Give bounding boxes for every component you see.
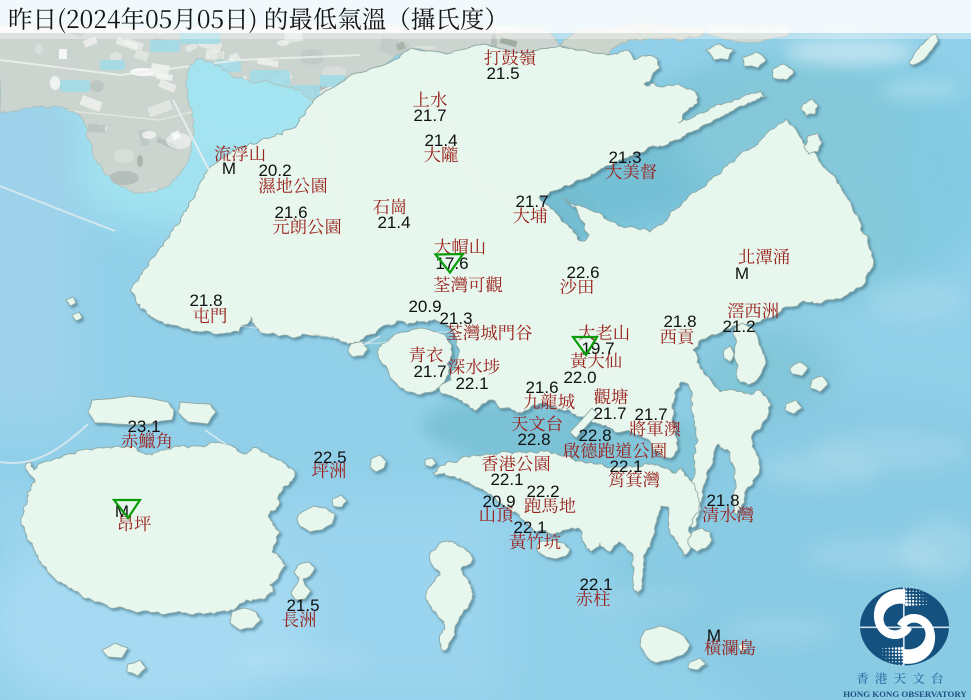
svg-text:23.1: 23.1 bbox=[127, 417, 160, 436]
svg-text:22.1: 22.1 bbox=[579, 575, 612, 594]
svg-text:21.2: 21.2 bbox=[722, 317, 755, 336]
svg-text:22.6: 22.6 bbox=[566, 263, 599, 282]
svg-text:20.9: 20.9 bbox=[482, 492, 515, 511]
svg-text:22.1: 22.1 bbox=[455, 374, 488, 393]
svg-text:21.7: 21.7 bbox=[593, 404, 626, 423]
svg-text:21.7: 21.7 bbox=[515, 192, 548, 211]
svg-text:21.8: 21.8 bbox=[706, 491, 739, 510]
svg-text:22.1: 22.1 bbox=[513, 518, 546, 537]
svg-text:21.3: 21.3 bbox=[608, 148, 641, 167]
svg-text:M: M bbox=[222, 159, 236, 178]
svg-text:21.8: 21.8 bbox=[663, 312, 696, 331]
svg-text:21.5: 21.5 bbox=[286, 596, 319, 615]
svg-text:21.4: 21.4 bbox=[424, 131, 457, 150]
svg-text:21.7: 21.7 bbox=[413, 106, 446, 125]
svg-text:21.8: 21.8 bbox=[189, 291, 222, 310]
svg-text:21.6: 21.6 bbox=[274, 203, 307, 222]
svg-text:21.6: 21.6 bbox=[525, 378, 558, 397]
svg-text:21.3: 21.3 bbox=[439, 309, 472, 328]
svg-text:21.4: 21.4 bbox=[377, 213, 410, 232]
svg-text:22.1: 22.1 bbox=[609, 457, 642, 476]
svg-text:21.7: 21.7 bbox=[413, 362, 446, 381]
svg-text:22.8: 22.8 bbox=[517, 430, 550, 449]
svg-text:22.0: 22.0 bbox=[563, 368, 596, 387]
svg-text:22.2: 22.2 bbox=[526, 482, 559, 501]
svg-text:21.5: 21.5 bbox=[486, 64, 519, 83]
svg-text:22.5: 22.5 bbox=[313, 448, 346, 467]
svg-text:22.8: 22.8 bbox=[578, 426, 611, 445]
svg-text:M: M bbox=[707, 626, 721, 645]
svg-text:21.7: 21.7 bbox=[634, 405, 667, 424]
svg-text:20.2: 20.2 bbox=[258, 161, 291, 180]
svg-text:HONG KONG OBSERVATORY: HONG KONG OBSERVATORY bbox=[843, 689, 967, 699]
svg-text:20.9: 20.9 bbox=[408, 297, 441, 316]
svg-text:M: M bbox=[735, 264, 749, 283]
svg-text:22.1: 22.1 bbox=[490, 470, 523, 489]
